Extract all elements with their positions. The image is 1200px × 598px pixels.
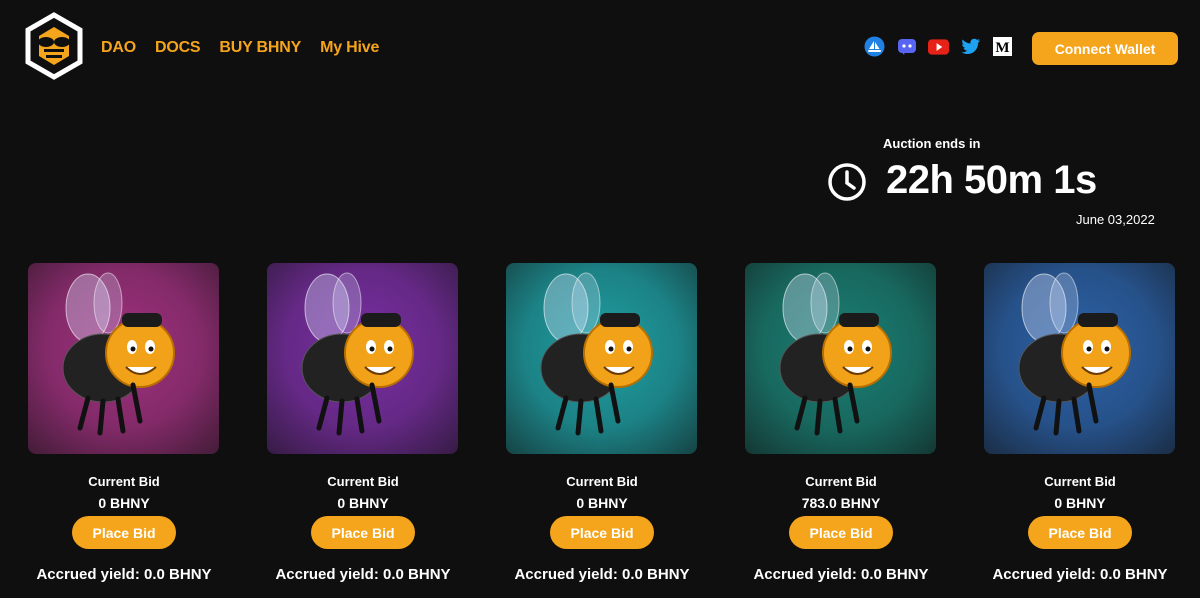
main-menu: DAO DOCS BUY BHNY My Hive — [101, 39, 379, 57]
accrued-yield: Accrued yield: 0.0 BHNY — [992, 566, 1168, 583]
medium-icon[interactable]: M — [992, 37, 1013, 56]
youtube-icon[interactable] — [928, 37, 949, 56]
opensea-icon[interactable] — [864, 36, 885, 57]
accrued-yield: Accrued yield: 0.0 BHNY — [753, 566, 929, 583]
nft-card: Current Bid 783.0 BHNY Place Bid Accrued… — [745, 263, 937, 583]
current-bid-label: Current Bid — [566, 474, 638, 489]
place-bid-button[interactable]: Place Bid — [311, 516, 415, 549]
current-bid-label: Current Bid — [1044, 474, 1116, 489]
nft-bee-image[interactable] — [506, 263, 697, 454]
accrued-yield: Accrued yield: 0.0 BHNY — [514, 566, 690, 583]
nft-card: Current Bid 0 BHNY Place Bid Accrued yie… — [506, 263, 698, 583]
place-bid-button[interactable]: Place Bid — [1028, 516, 1132, 549]
current-bid-value: 0 BHNY — [337, 495, 389, 511]
auction-label: Auction ends in — [883, 136, 981, 151]
current-bid-value: 0 BHNY — [1054, 495, 1106, 511]
svg-text:M: M — [995, 40, 1009, 56]
place-bid-button[interactable]: Place Bid — [550, 516, 654, 549]
accrued-yield: Accrued yield: 0.0 BHNY — [36, 566, 212, 583]
top-nav: DAO DOCS BUY BHNY My Hive M Connect Wall… — [0, 0, 1200, 100]
twitter-icon[interactable] — [960, 37, 981, 56]
clock-icon — [828, 163, 866, 201]
nft-bee-image[interactable] — [267, 263, 458, 454]
nft-bee-image[interactable] — [28, 263, 219, 454]
nft-bee-image[interactable] — [984, 263, 1175, 454]
nav-link-buy-bhny[interactable]: BUY BHNY — [219, 39, 301, 57]
current-bid-label: Current Bid — [805, 474, 877, 489]
current-bid-label: Current Bid — [88, 474, 160, 489]
nav-link-my-hive[interactable]: My Hive — [320, 39, 379, 57]
auction-countdown: 22h 50m 1s — [886, 158, 1097, 202]
bee-logo-icon[interactable] — [24, 12, 84, 80]
nft-card: Current Bid 0 BHNY Place Bid Accrued yie… — [28, 263, 220, 583]
nav-link-dao[interactable]: DAO — [101, 39, 136, 57]
place-bid-button[interactable]: Place Bid — [72, 516, 176, 549]
connect-wallet-button[interactable]: Connect Wallet — [1032, 32, 1178, 65]
auction-date: June 03,2022 — [1076, 212, 1155, 227]
current-bid-label: Current Bid — [327, 474, 399, 489]
nft-card: Current Bid 0 BHNY Place Bid Accrued yie… — [267, 263, 459, 583]
discord-icon[interactable] — [896, 37, 917, 56]
current-bid-value: 0 BHNY — [98, 495, 150, 511]
current-bid-value: 783.0 BHNY — [801, 495, 881, 511]
social-links: M — [864, 36, 1013, 57]
current-bid-value: 0 BHNY — [576, 495, 628, 511]
accrued-yield: Accrued yield: 0.0 BHNY — [275, 566, 451, 583]
nav-link-docs[interactable]: DOCS — [155, 39, 201, 57]
place-bid-button[interactable]: Place Bid — [789, 516, 893, 549]
nft-bee-image[interactable] — [745, 263, 936, 454]
nft-card: Current Bid 0 BHNY Place Bid Accrued yie… — [984, 263, 1176, 583]
